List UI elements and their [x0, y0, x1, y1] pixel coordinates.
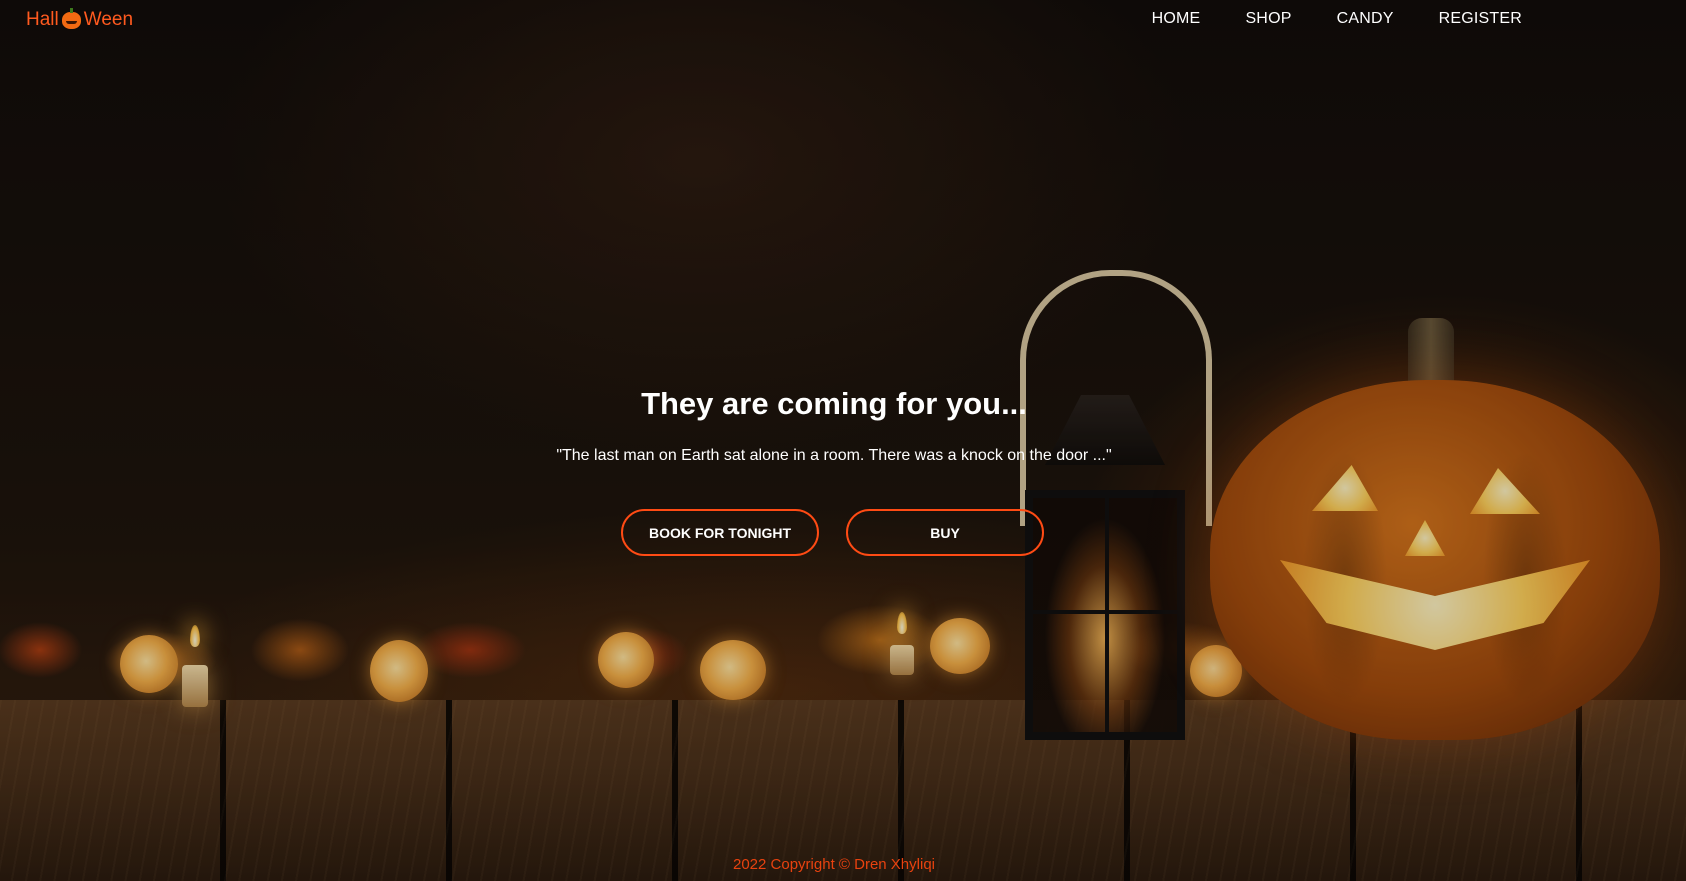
nav-link-register[interactable]: REGISTER: [1439, 10, 1522, 28]
nav-link-home[interactable]: HOME: [1152, 10, 1201, 28]
hero-title: They are coming for you...: [641, 386, 1027, 421]
navbar: Hall Ween HOME SHOP CANDY REGISTER: [0, 0, 1686, 40]
book-for-tonight-button[interactable]: BOOK FOR TONIGHT: [621, 509, 819, 556]
logo-text-right: Ween: [83, 9, 134, 30]
footer-copyright: 2022 Copyright © Dren Xhyliqi: [733, 856, 935, 873]
hero-quote: "The last man on Earth sat alone in a ro…: [556, 447, 1112, 464]
nav-link-shop[interactable]: SHOP: [1245, 10, 1291, 28]
nav-links: HOME SHOP CANDY REGISTER: [1152, 10, 1522, 28]
dark-overlay: [0, 0, 1686, 881]
logo-text-left: Hall: [26, 9, 59, 30]
nav-link-candy[interactable]: CANDY: [1337, 10, 1394, 28]
pumpkin-icon: [61, 7, 81, 29]
buy-button[interactable]: BUY: [846, 509, 1044, 556]
hero-section: Hall Ween HOME SHOP CANDY REGISTER They …: [0, 0, 1686, 881]
logo-link[interactable]: Hall Ween: [26, 7, 134, 31]
